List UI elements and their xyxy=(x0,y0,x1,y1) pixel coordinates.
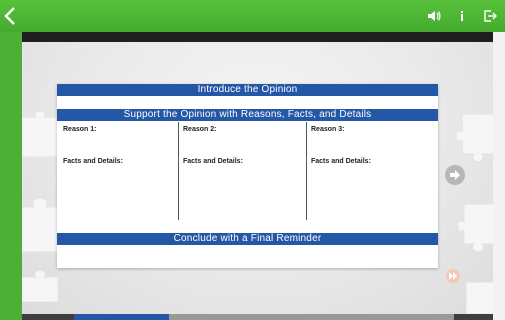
column-divider xyxy=(306,122,307,220)
opinion-organizer: Introduce the Opinion Support the Opinio… xyxy=(57,84,438,268)
toolbar-shadow xyxy=(22,32,493,42)
lesson-player: Introduce the Opinion Support the Opinio… xyxy=(0,0,505,320)
info-icon xyxy=(461,11,463,21)
conclude-heading: Conclude with a Final Reminder xyxy=(57,233,438,245)
intro-heading: Introduce the Opinion xyxy=(57,84,438,96)
column-divider xyxy=(178,122,179,220)
fast-forward-button[interactable] xyxy=(446,269,460,283)
audio-button[interactable] xyxy=(427,9,441,23)
right-border xyxy=(493,0,505,320)
puzzle-background-right xyxy=(455,114,493,314)
progress-fill xyxy=(74,314,169,320)
back-button[interactable] xyxy=(4,6,22,26)
fast-forward-icon xyxy=(449,272,457,280)
reason-column-2: Reason 2: Facts and Details: xyxy=(183,122,301,220)
left-accent-strip xyxy=(0,0,22,320)
reason-column-1: Reason 1: Facts and Details: xyxy=(63,122,177,220)
top-bar-icons xyxy=(427,9,497,23)
info-button[interactable] xyxy=(455,9,469,23)
reasons-columns: Reason 1: Facts and Details: Reason 2: F… xyxy=(57,122,438,230)
reason-label: Reason 3: xyxy=(311,126,345,133)
speaker-icon xyxy=(428,11,441,21)
top-bar xyxy=(0,0,505,32)
exit-button[interactable] xyxy=(483,9,497,23)
next-button[interactable] xyxy=(445,165,465,185)
reason-label: Reason 1: xyxy=(63,126,97,133)
details-label: Facts and Details: xyxy=(63,158,123,165)
reason-column-3: Reason 3: Facts and Details: xyxy=(311,122,431,220)
support-heading: Support the Opinion with Reasons, Facts,… xyxy=(57,109,438,121)
back-chevron-icon xyxy=(4,7,15,25)
lesson-progress-bar xyxy=(22,314,493,320)
reason-label: Reason 2: xyxy=(183,126,217,133)
next-arrow-icon xyxy=(450,170,460,180)
details-label: Facts and Details: xyxy=(311,158,371,165)
exit-icon xyxy=(484,10,497,22)
lesson-stage: Introduce the Opinion Support the Opinio… xyxy=(22,42,493,314)
details-label: Facts and Details: xyxy=(183,158,243,165)
